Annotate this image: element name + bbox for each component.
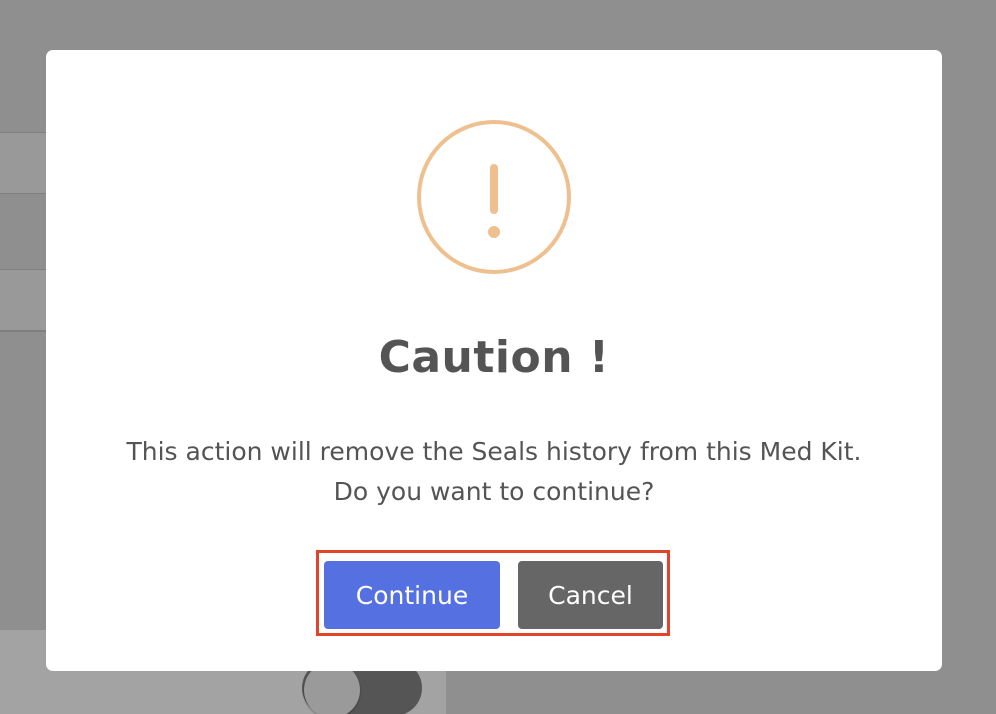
warning-icon-dot: [488, 226, 500, 238]
continue-button[interactable]: Continue: [324, 561, 500, 629]
dialog-title: Caution !: [378, 332, 610, 383]
dialog-message: This action will remove the Seals histor…: [126, 437, 862, 506]
warning-icon: [417, 120, 571, 274]
warning-icon-bar: [490, 164, 498, 214]
page: Caution ! This action will remove the Se…: [0, 0, 996, 714]
cancel-button[interactable]: Cancel: [518, 561, 663, 629]
caution-dialog: Caution ! This action will remove the Se…: [46, 50, 942, 671]
